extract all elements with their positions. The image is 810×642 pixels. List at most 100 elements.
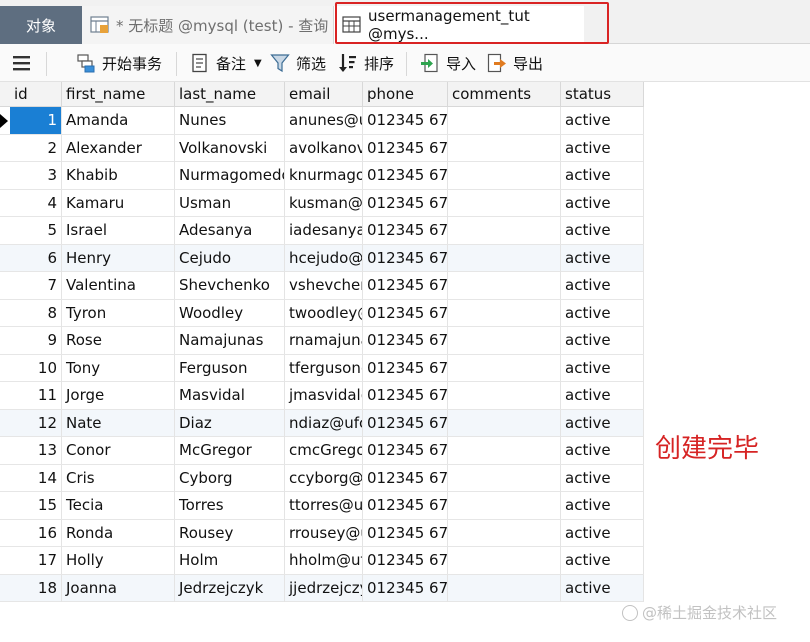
cell-email[interactable]: ccyborg@ <box>285 464 363 492</box>
row-selector[interactable] <box>0 217 10 244</box>
cell-comments[interactable] <box>448 217 561 244</box>
export-button[interactable]: 导出 <box>487 44 543 82</box>
cell-comments[interactable] <box>448 299 561 327</box>
row-selector[interactable] <box>0 575 10 602</box>
cell-last-name[interactable]: Torres <box>175 492 285 519</box>
cell-id[interactable]: 10 <box>10 354 62 382</box>
cell-email[interactable]: hholm@uf <box>285 547 363 574</box>
cell-phone[interactable]: 012345 678 <box>363 574 448 602</box>
cell-first-name[interactable]: Tyron <box>62 299 175 327</box>
memo-dropdown-icon[interactable]: ▼ <box>254 58 262 69</box>
cell-email[interactable]: rnamajuna <box>285 327 363 354</box>
cell-first-name[interactable]: Cris <box>62 464 175 492</box>
cell-comments[interactable] <box>448 272 561 299</box>
cell-status[interactable]: active <box>561 437 644 464</box>
cell-first-name[interactable]: Henry <box>62 244 175 272</box>
cell-comments[interactable] <box>448 107 561 134</box>
table-row[interactable]: 13ConorMcGregorcmcGrego012345 678 active <box>0 437 644 465</box>
cell-status[interactable]: active <box>561 464 644 492</box>
cell-id[interactable]: 14 <box>10 464 62 492</box>
cell-phone[interactable]: 012345 678 <box>363 244 448 272</box>
cell-first-name[interactable]: Nate <box>62 409 175 437</box>
cell-id[interactable]: 4 <box>10 189 62 217</box>
cell-last-name[interactable]: Cyborg <box>175 464 285 492</box>
cell-email[interactable]: rrousey@u <box>285 519 363 547</box>
cell-comments[interactable] <box>448 437 561 464</box>
cell-first-name[interactable]: Kamaru <box>62 189 175 217</box>
cell-email[interactable]: jjedrzejczy <box>285 574 363 602</box>
cell-comments[interactable] <box>448 492 561 519</box>
table-row[interactable]: 4KamaruUsmankusman@u012345 678 active <box>0 189 644 217</box>
cell-id[interactable]: 7 <box>10 272 62 299</box>
cell-status[interactable]: active <box>561 107 644 134</box>
cell-last-name[interactable]: Nunes <box>175 107 285 134</box>
row-selector[interactable] <box>0 327 10 354</box>
row-selector[interactable] <box>0 245 10 272</box>
column-header-phone[interactable]: phone <box>363 82 448 107</box>
cell-id[interactable]: 3 <box>10 162 62 189</box>
cell-last-name[interactable]: Shevchenko <box>175 272 285 299</box>
cell-comments[interactable] <box>448 574 561 602</box>
table-row[interactable]: 6HenryCejudohcejudo@012345 678 active <box>0 244 644 272</box>
cell-id[interactable]: 11 <box>10 382 62 409</box>
cell-status[interactable]: active <box>561 327 644 354</box>
cell-last-name[interactable]: Holm <box>175 547 285 574</box>
row-selector[interactable] <box>0 547 10 574</box>
sort-button[interactable]: 排序 <box>338 44 394 82</box>
cell-id[interactable]: 5 <box>10 217 62 244</box>
row-selector[interactable] <box>0 190 10 217</box>
cell-first-name[interactable]: Alexander <box>62 134 175 162</box>
table-row[interactable]: 5IsraelAdesanyaiadesanya012345 678 active <box>0 217 644 245</box>
cell-phone[interactable]: 012345 678 <box>363 162 448 189</box>
cell-first-name[interactable]: Valentina <box>62 272 175 299</box>
memo-button[interactable]: 备注 ▼ <box>190 44 262 82</box>
tab-table[interactable]: usermanagement_tut @mys... <box>334 6 584 44</box>
column-header-first-name[interactable]: first_name <box>62 82 175 107</box>
row-selector[interactable] <box>0 272 10 299</box>
cell-comments[interactable] <box>448 244 561 272</box>
cell-phone[interactable]: 012345 678 <box>363 134 448 162</box>
cell-comments[interactable] <box>448 464 561 492</box>
table-row[interactable]: 15TeciaTorresttorres@u012345 678 active <box>0 492 644 520</box>
cell-email[interactable]: tferguson@ <box>285 354 363 382</box>
cell-email[interactable]: twoodley@ <box>285 299 363 327</box>
cell-comments[interactable] <box>448 547 561 574</box>
cell-id[interactable]: 2 <box>10 134 62 162</box>
cell-comments[interactable] <box>448 327 561 354</box>
cell-first-name[interactable]: Conor <box>62 437 175 464</box>
cell-email[interactable]: ndiaz@ufc <box>285 409 363 437</box>
cell-last-name[interactable]: Cejudo <box>175 244 285 272</box>
cell-comments[interactable] <box>448 354 561 382</box>
table-row[interactable]: 14CrisCyborgccyborg@012345 678 active <box>0 464 644 492</box>
cell-first-name[interactable]: Holly <box>62 547 175 574</box>
cell-email[interactable]: kusman@u <box>285 189 363 217</box>
cell-id[interactable]: 15 <box>10 492 62 519</box>
import-button[interactable]: 导入 <box>420 44 476 82</box>
cell-status[interactable]: active <box>561 162 644 189</box>
cell-id[interactable]: 18 <box>10 574 62 602</box>
filter-button[interactable]: 筛选 <box>270 44 326 82</box>
cell-status[interactable]: active <box>561 574 644 602</box>
cell-comments[interactable] <box>448 134 561 162</box>
row-selector[interactable] <box>0 107 10 134</box>
cell-email[interactable]: vshevchen <box>285 272 363 299</box>
cell-id[interactable]: 9 <box>10 327 62 354</box>
cell-phone[interactable]: 012345 678 <box>363 272 448 299</box>
cell-status[interactable]: active <box>561 189 644 217</box>
cell-first-name[interactable]: Israel <box>62 217 175 244</box>
cell-comments[interactable] <box>448 519 561 547</box>
cell-first-name[interactable]: Amanda <box>62 107 175 134</box>
table-row[interactable]: 8TyronWoodleytwoodley@012345 678 active <box>0 299 644 327</box>
row-selector[interactable] <box>0 410 10 437</box>
row-selector[interactable] <box>0 162 10 189</box>
cell-last-name[interactable]: Masvidal <box>175 382 285 409</box>
begin-transaction-button[interactable]: 开始事务 <box>76 44 162 82</box>
row-selector[interactable] <box>0 520 10 547</box>
cell-status[interactable]: active <box>561 134 644 162</box>
cell-email[interactable]: anunes@u <box>285 107 363 134</box>
table-row[interactable]: 12NateDiazndiaz@ufc012345 678 active <box>0 409 644 437</box>
cell-phone[interactable]: 012345 678 <box>363 464 448 492</box>
cell-phone[interactable]: 012345 678 <box>363 519 448 547</box>
cell-first-name[interactable]: Ronda <box>62 519 175 547</box>
cell-comments[interactable] <box>448 409 561 437</box>
